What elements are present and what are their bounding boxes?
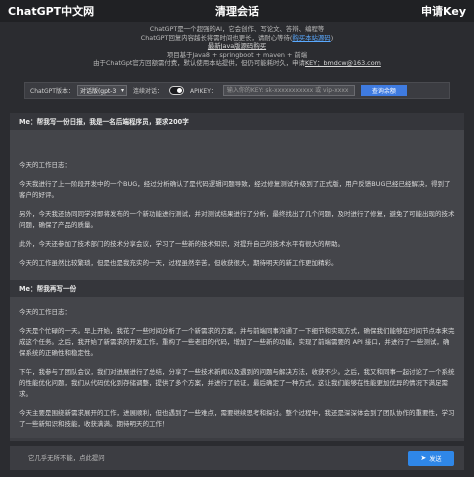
notice-line-2-end: ) [330, 33, 334, 42]
send-label: 发送 [429, 455, 442, 463]
send-icon: ➤ [420, 454, 427, 462]
java-source-link[interactable]: 最新Java版源码购买 [208, 42, 266, 50]
version-select-value: 对话版(gpt-3 [79, 88, 117, 95]
chevron-down-icon: ▾ [120, 87, 124, 94]
apply-key-link[interactable]: 申请Key [421, 3, 466, 19]
chat-area[interactable]: Me：帮我写一份日报，我是一名后端程序员，要求200字 今天的工作日志： 今天我… [10, 113, 464, 441]
answer-paragraph: 今天的工作日志： [19, 161, 71, 169]
brand-link[interactable]: ChatGPT中文网 [8, 3, 94, 19]
apikey-input[interactable] [222, 85, 355, 96]
answer-paragraph: 下午，我参与了团队会议，我们对进展进行了总结，分享了一些技术新闻以及遇到的问题与… [19, 368, 455, 398]
notice-line-2-text: ChatGPT回复内容越长将需时间也更长，请耐心等待( [140, 33, 293, 42]
user-message: Me：帮我写一份日报，我是一名后端程序员，要求200字 [10, 113, 464, 130]
answer-paragraph: 另外，今天我还协同同学对即将发布的一个新功能进行测试，并对测试结果进行了分析，最… [19, 210, 455, 229]
assistant-message: 今天的工作日志： 今天我进行了上一阶段开发中的一个BUG，经过分析确认了是代码逻… [10, 130, 464, 280]
assistant-message: 今天的工作日志： 今天是个忙碌的一天。早上开始，我花了一些时间分析了一个新需求的… [10, 297, 464, 438]
send-button[interactable]: ➤ 发送 [408, 450, 454, 466]
context-label: 连续对话： [132, 88, 163, 95]
answer-paragraph: 今天主要是围绕新需求展开的工作，进展顺利，但也遇到了一些难点，需要继续思考和探讨… [19, 409, 455, 428]
notice-panel: ChatGPT是一个超强的AI，它会创作、写论文、答辩、编程等 ChatGPT回… [0, 25, 474, 68]
notice-line-5-text: 由于ChatGpt官方回额需付费，默认使用本站提供，但仍可能耗时久，申请 [93, 59, 305, 68]
query-balance-button[interactable]: 查询余额 [360, 85, 407, 96]
notice-line-2: ChatGPT回复内容越长将需时间也更长，请耐心等待(购买本站源码) [0, 34, 474, 43]
user-message: Me：帮我再写一份 [10, 280, 464, 297]
context-toggle[interactable] [168, 86, 184, 95]
input-bar: ➤ 发送 [10, 446, 464, 470]
answer-paragraph: 此外，今天还参加了技术部门的技术分享会议，学习了一些新的技术知识，对提升自己的技… [19, 240, 344, 248]
notice-line-1: ChatGPT是一个超强的AI，它会创作、写论文、答辩、编程等 [149, 25, 325, 33]
answer-paragraph: 今天的工作虽然比较繁琐，但是也是我充实的一天，过程虽然辛苦，但收获很大，期待明天… [19, 259, 338, 267]
key-email-link[interactable]: KEY：bmdcw@163.com [305, 59, 381, 67]
answer-paragraph: 今天我进行了上一阶段开发中的一个BUG，经过分析确认了是代码逻辑问题导致，经过修… [19, 180, 451, 199]
question-input[interactable] [28, 454, 328, 462]
notice-line-5: 由于ChatGpt官方回额需付费，默认使用本站提供，但仍可能耗时久，申请KEY：… [0, 59, 474, 68]
buy-source-link[interactable]: 购买本站源码 [292, 34, 330, 42]
config-bar: ChatGPT版本： 对话版(gpt-3 ▾ 连续对话： APIKEY： 查询余… [24, 82, 450, 99]
version-select[interactable]: 对话版(gpt-3 ▾ [76, 85, 127, 96]
apikey-label: APIKEY： [189, 88, 217, 95]
answer-paragraph: 今天的工作日志： [19, 308, 71, 316]
top-bar: ChatGPT中文网 清理会话 申请Key [0, 0, 474, 22]
answer-paragraph: 今天是个忙碌的一天。早上开始，我花了一些时间分析了一个新需求的方案，并与前端同事… [19, 327, 455, 357]
version-label: ChatGPT版本： [30, 88, 74, 95]
